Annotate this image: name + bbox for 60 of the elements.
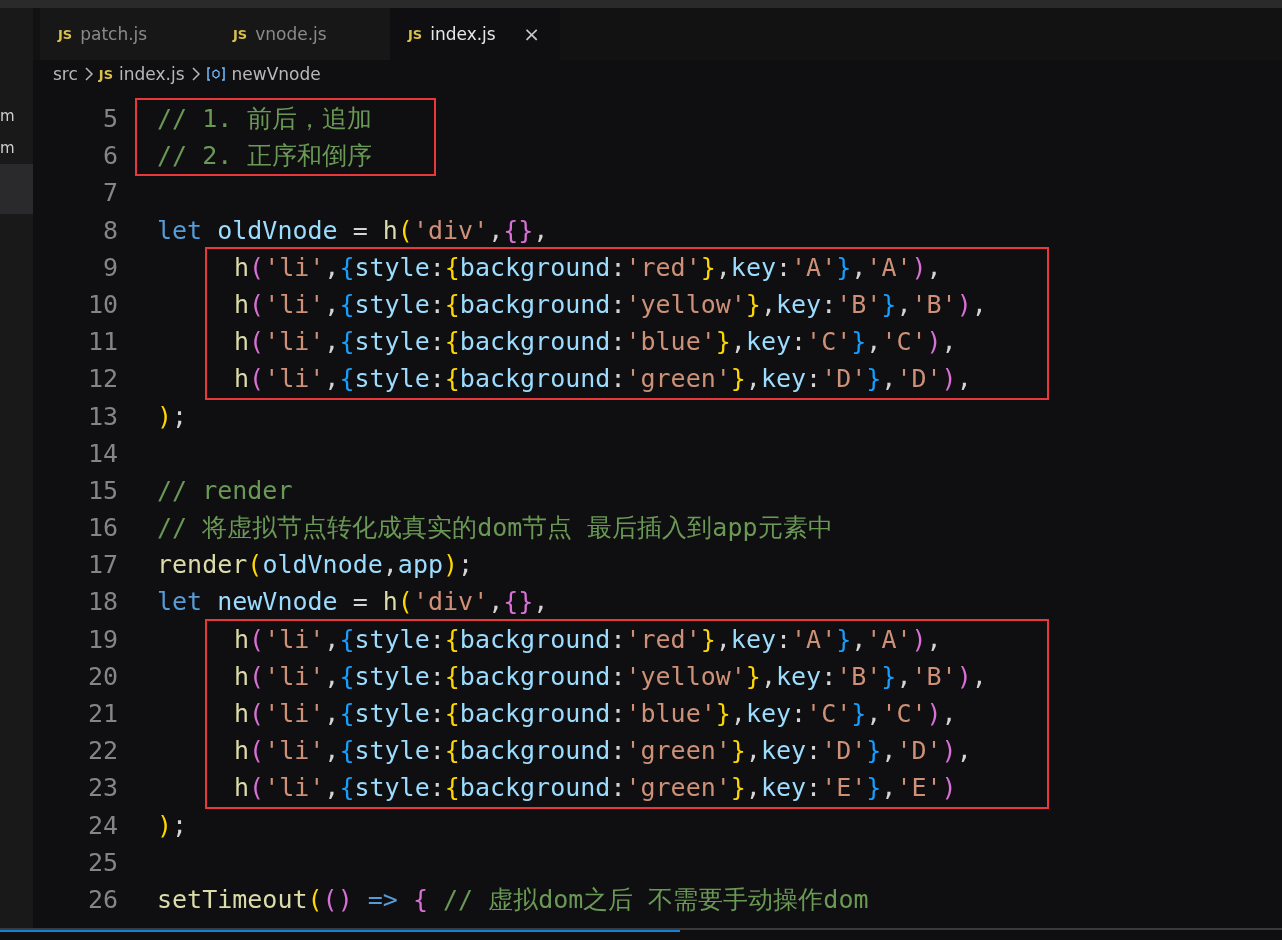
code-line: render(oldVnode,app); <box>157 549 475 582</box>
tab-label: index.js <box>430 24 496 44</box>
code-line: h('li',{style:{background:'yellow'},key:'B'},'B'), <box>234 288 987 321</box>
line-number: 6 <box>102 140 118 173</box>
code-line: let newVnode = h('div',{}, <box>157 586 550 619</box>
editor-tab[interactable]: JS patch.js <box>40 8 215 60</box>
line-number: 5 <box>102 103 118 135</box>
code-line: // 2. 正序和倒序 <box>157 140 373 173</box>
code-line: h('li',{style:{background:'green'},key:'D'},'D'), <box>234 735 973 768</box>
sidebar-highlight <box>0 164 33 214</box>
code-line: h('li',{style:{background:'blue'},key:'C'},'C'), <box>234 326 958 359</box>
js-file-icon: JS <box>98 66 114 82</box>
code-line: h('li',{style:{background:'yellow'},key:'B'},'B'), <box>234 660 987 693</box>
code-line: h('li',{style:{background:'red'},key:'A'},'A'), <box>234 251 943 284</box>
line-number: 9 <box>102 251 118 284</box>
line-number: 11 <box>87 326 118 359</box>
line-number: 8 <box>102 214 118 247</box>
line-number: 16 <box>87 512 118 545</box>
breadcrumb-item[interactable]: src <box>53 64 78 84</box>
line-number: 22 <box>87 735 118 768</box>
tab-label: vnode.js <box>255 24 327 44</box>
line-number: 17 <box>87 549 118 582</box>
code-line: h('li',{style:{background:'blue'},key:'C'},'C'), <box>234 698 958 730</box>
code-line: h('li',{style:{background:'red'},key:'A'},'A'), <box>234 623 943 656</box>
line-number: 12 <box>87 363 118 396</box>
line-number: 10 <box>87 288 118 321</box>
line-number: 15 <box>87 474 118 507</box>
editor-tab[interactable]: JS vnode.js <box>215 8 390 60</box>
line-number: 14 <box>87 437 118 470</box>
js-file-icon: JS <box>408 26 423 42</box>
code-line: // render <box>157 474 294 507</box>
code-line: ); <box>157 809 189 842</box>
close-icon[interactable]: × <box>523 22 540 46</box>
tab-label: patch.js <box>80 24 148 44</box>
line-number: 19 <box>87 623 118 656</box>
code-line: // 1. 前后，追加 <box>157 103 373 135</box>
line-number: 7 <box>102 177 118 210</box>
js-file-icon: JS <box>233 26 248 42</box>
code-line: h('li',{style:{background:'green'},key:'E'},'E') <box>234 772 958 805</box>
code-line: h('li',{style:{background:'green'},key:'D'},'D'), <box>234 363 973 396</box>
line-number: 13 <box>87 400 118 433</box>
line-number: 21 <box>87 698 118 730</box>
code-line: setTimeout(() => { // 虚拟dom之后 不需要手动操作dom <box>157 883 870 916</box>
line-number: 23 <box>87 772 118 805</box>
code-line: let oldVnode = h('div',{}, <box>157 214 550 247</box>
sidebar-item[interactable]: m <box>0 132 33 164</box>
breadcrumb-item[interactable]: newVnode <box>231 64 321 84</box>
code-line: // 将虚拟节点转化成真实的dom节点 最后插入到app元素中 <box>157 512 834 545</box>
chevron-icon <box>83 67 93 81</box>
js-file-icon: JS <box>58 26 73 42</box>
line-number: 26 <box>87 883 118 916</box>
sidebar-item[interactable]: m <box>0 100 33 132</box>
line-number: 24 <box>87 809 118 842</box>
line-number: 25 <box>87 846 118 879</box>
chevron-icon <box>190 67 200 81</box>
code-line: ); <box>157 400 189 433</box>
breadcrumb-item[interactable]: index.js <box>119 64 185 84</box>
line-number: 20 <box>87 660 118 693</box>
line-number: 18 <box>87 586 118 619</box>
variable-icon <box>205 66 226 82</box>
